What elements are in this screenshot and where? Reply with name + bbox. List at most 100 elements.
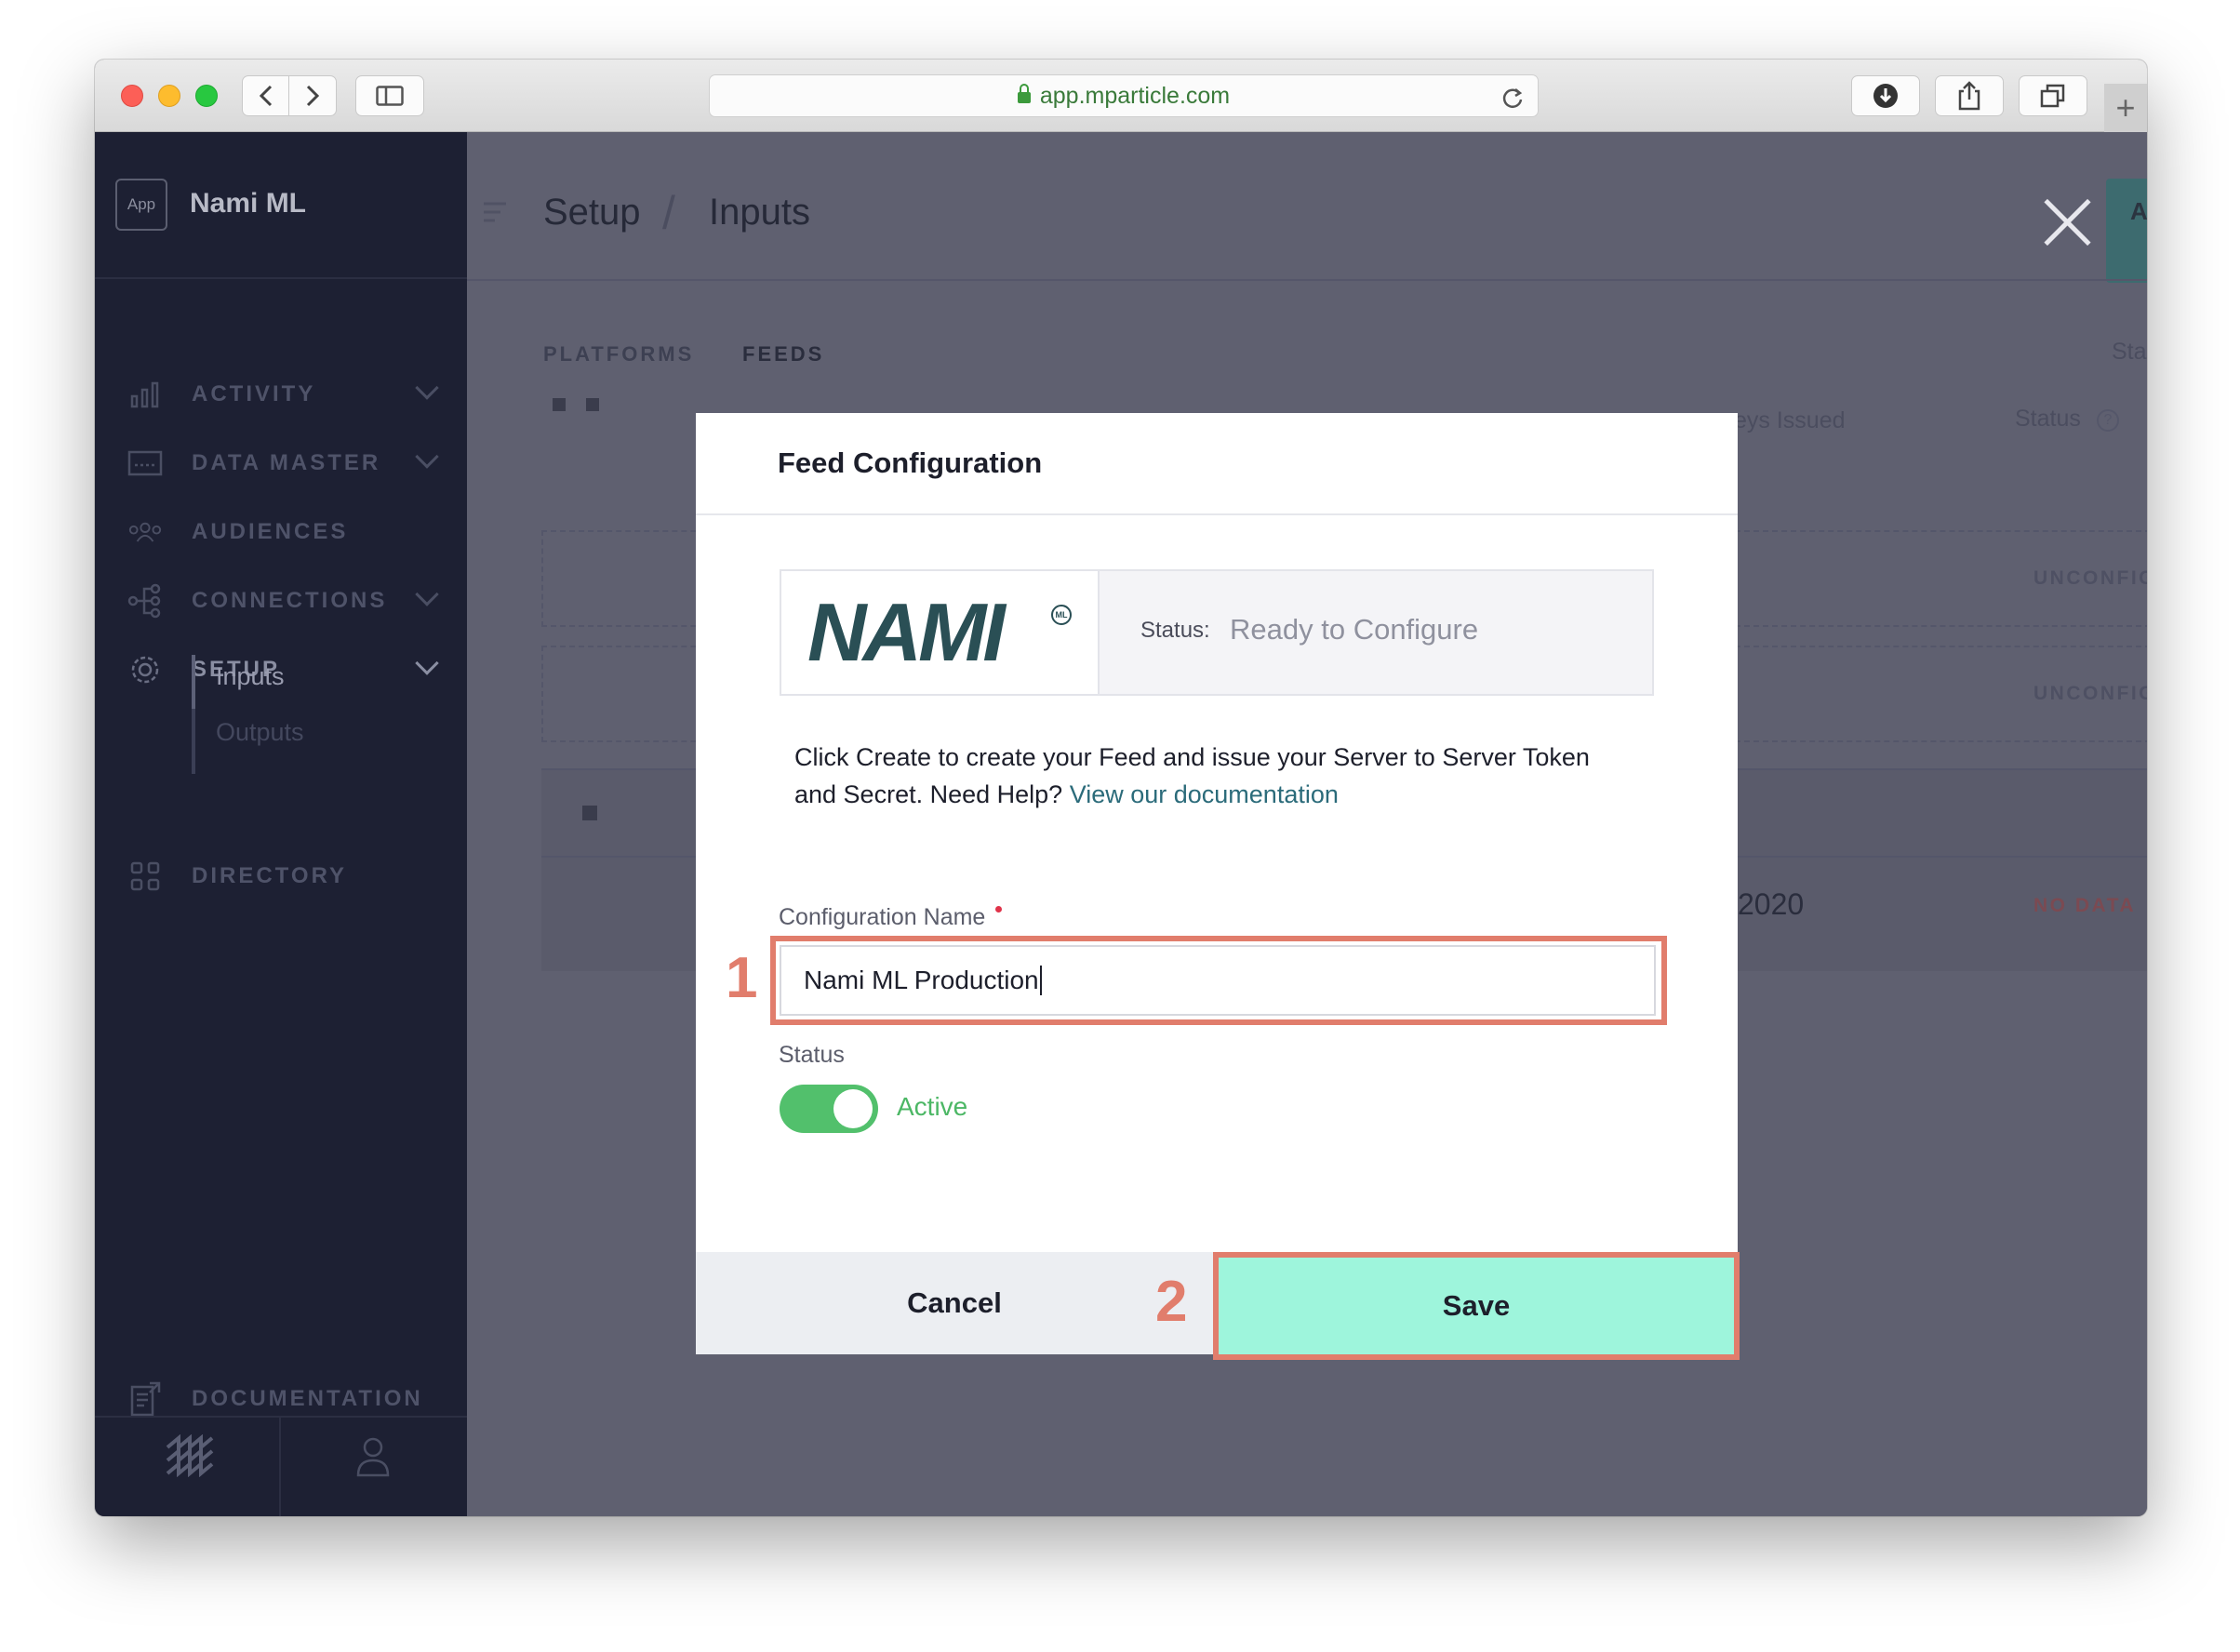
maximize-window-button[interactable]: [195, 85, 218, 107]
sidebar-bottom-divider: [95, 1416, 467, 1418]
data-master-icon: [127, 446, 164, 480]
page-title: Inputs: [709, 192, 810, 233]
cancel-button[interactable]: Cancel: [696, 1252, 1213, 1354]
breadcrumb-separator: /: [662, 187, 675, 239]
chevron-down-icon: [415, 445, 439, 469]
share-icon: [1958, 81, 1980, 111]
sidebar-subitem-inputs[interactable]: Inputs: [216, 662, 285, 691]
chevron-right-icon: [306, 85, 320, 107]
chevron-down-icon: [415, 651, 439, 675]
download-icon: [1873, 84, 1898, 108]
status-badge: UNCONFIGURED: [2033, 567, 2147, 589]
sidebar-item-directory[interactable]: DIRECTORY: [95, 848, 467, 904]
tabs-overview-button[interactable]: [2019, 75, 2087, 116]
configuration-name-input[interactable]: Nami ML Production: [780, 945, 1656, 1016]
save-button[interactable]: Save: [1219, 1258, 1734, 1354]
sidebar-item-label: DOCUMENTATION: [192, 1386, 423, 1411]
column-status: Status: [2015, 406, 2081, 432]
reload-icon[interactable]: [1500, 86, 1525, 110]
close-window-button[interactable]: [121, 85, 143, 107]
chevron-down-icon: [415, 582, 439, 606]
status-toggle[interactable]: [780, 1085, 878, 1133]
documentation-link[interactable]: View our documentation: [1070, 780, 1339, 808]
annotation-number-2: 2: [1155, 1270, 1188, 1334]
sidebar-divider: [95, 277, 467, 279]
mparticle-logo-icon[interactable]: [166, 1434, 214, 1477]
nami-logo: NAMI ML: [781, 571, 1100, 694]
input-value: Nami ML Production: [804, 966, 1039, 994]
sidebar-bottom-separator: [279, 1416, 281, 1516]
annotation-number-1: 1: [726, 946, 758, 1010]
sidebar-item-audiences[interactable]: AUDIENCES: [95, 504, 467, 560]
lock-icon: [1017, 84, 1031, 103]
config-name-label: Configuration Name: [779, 904, 986, 930]
sidebar-icon: [376, 86, 404, 106]
collapse-all-icon[interactable]: [553, 398, 566, 411]
app-badge: App: [115, 179, 167, 231]
external-doc-icon: [127, 1381, 164, 1417]
people-icon: [127, 515, 164, 549]
sidebar-item-label: DIRECTORY: [192, 863, 348, 888]
modal-title: Feed Configuration: [778, 446, 1043, 479]
modal-header-divider: [696, 513, 1738, 515]
sidebar: App Nami ML ACTIVITY DATA MASTER AUDIENC…: [95, 132, 467, 1516]
status-value: Ready to Configure: [1230, 613, 1479, 646]
required-indicator: [995, 906, 1002, 913]
toggle-label: Active: [897, 1092, 968, 1121]
sidebar-item-documentation[interactable]: DOCUMENTATION: [95, 1371, 467, 1427]
tab-feeds[interactable]: FEEDS: [742, 342, 824, 366]
column-partial: Sta: [2112, 339, 2147, 365]
status-label: Status:: [1140, 618, 1210, 643]
collapse-icon[interactable]: [582, 806, 597, 820]
sidebar-item-activity[interactable]: ACTIVITY: [95, 366, 467, 422]
sidebar-item-label: DATA MASTER: [192, 450, 381, 475]
status-field-label: Status: [779, 1042, 845, 1068]
sidebar-item-label: CONNECTIONS: [192, 588, 388, 613]
address-bar[interactable]: app.mparticle.com: [709, 74, 1539, 117]
workspace-name[interactable]: Nami ML: [190, 188, 306, 220]
modal-description: Click Create to create your Feed and iss…: [794, 739, 1632, 813]
chevron-down-icon: [415, 376, 439, 400]
sidebar-item-connections[interactable]: CONNECTIONS: [95, 573, 467, 629]
status-badge: UNCONFIGURED: [2033, 683, 2147, 704]
collapse-icon[interactable]: [586, 398, 599, 411]
submenu-active-indicator: [192, 655, 195, 709]
status-badge: NO DATA: [2033, 895, 2137, 916]
chevron-left-icon: [259, 85, 273, 107]
browser-window: app.mparticle.com + App Nami ML ACTIVITY: [95, 60, 2147, 1516]
downloads-button[interactable]: [1851, 75, 1920, 116]
sidebar-subitem-outputs[interactable]: Outputs: [216, 718, 304, 747]
browser-toolbar: app.mparticle.com +: [95, 60, 2147, 132]
help-icon[interactable]: ?: [2097, 409, 2119, 432]
toggle-knob: [833, 1089, 873, 1128]
minimize-window-button[interactable]: [158, 85, 180, 107]
text-caret: [1039, 966, 1042, 995]
connections-icon: [127, 583, 164, 619]
action-button[interactable]: A: [2106, 179, 2147, 283]
logo-ml-mark: ML: [1051, 605, 1072, 625]
sidebar-item-label: AUDIENCES: [192, 519, 349, 544]
feed-configuration-modal: Feed Configuration NAMI ML Status: Ready…: [696, 413, 1740, 1360]
share-button[interactable]: [1935, 75, 2004, 116]
tabs-icon: [2040, 84, 2065, 108]
partner-status-card: NAMI ML Status: Ready to Configure: [780, 569, 1654, 696]
new-tab-button[interactable]: +: [2104, 84, 2147, 132]
tab-platforms[interactable]: PLATFORMS: [543, 342, 694, 366]
logo-wordmark: NAMI: [807, 586, 1006, 678]
sidebar-item-label: ACTIVITY: [192, 381, 316, 406]
menu-lines-icon[interactable]: [482, 201, 508, 223]
gear-icon: [127, 653, 164, 686]
user-icon[interactable]: [355, 1436, 391, 1477]
column-keys-issued: eys Issued: [1734, 407, 1846, 433]
forward-button[interactable]: [288, 75, 337, 116]
close-icon[interactable]: [2039, 195, 2095, 251]
url-text: app.mparticle.com: [1039, 82, 1231, 109]
back-button[interactable]: [242, 75, 290, 116]
grid-icon: [127, 859, 164, 893]
sidebar-item-data-master[interactable]: DATA MASTER: [95, 435, 467, 491]
sidebar-toggle-button[interactable]: [355, 75, 424, 116]
row-date: 2020: [1738, 887, 1805, 921]
breadcrumb-root[interactable]: Setup: [543, 192, 641, 233]
header-divider: [467, 279, 2147, 281]
bar-chart-icon: [127, 378, 164, 411]
